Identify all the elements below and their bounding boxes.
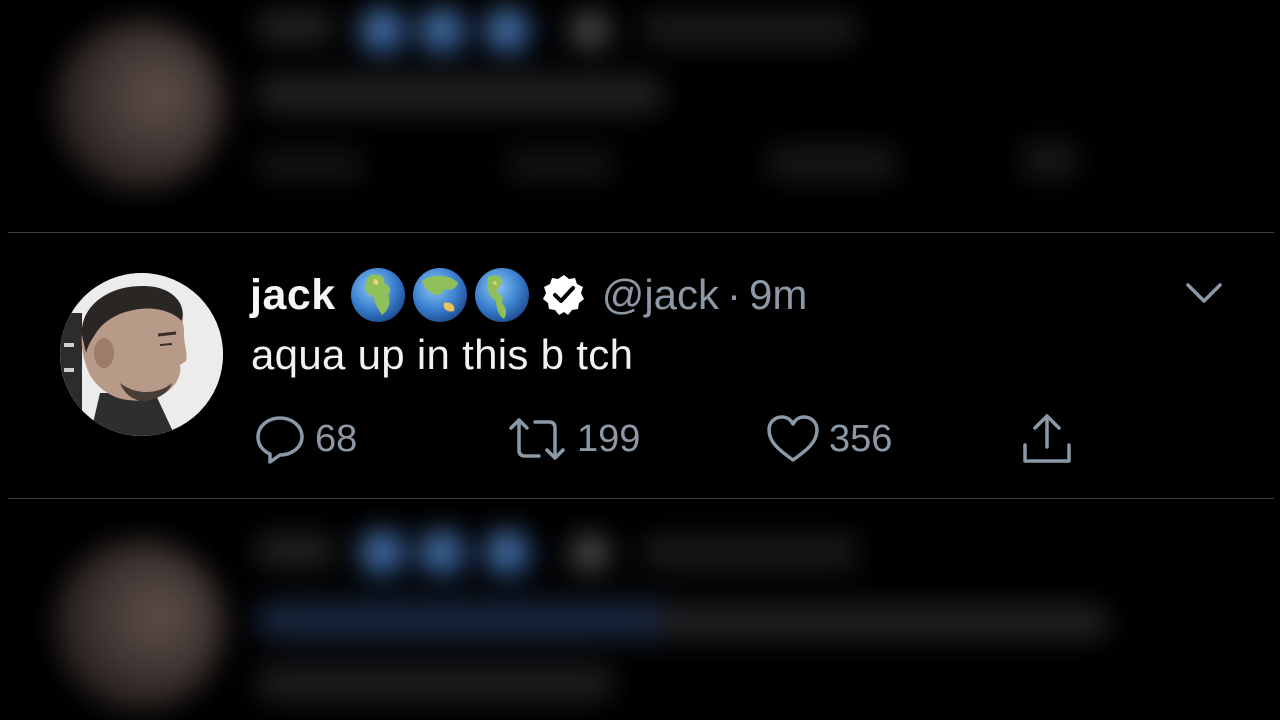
- like-count: 356: [829, 417, 893, 460]
- user-handle[interactable]: @jack: [602, 271, 719, 319]
- timeline-screen: jack @jack · 9m aqua up in this b tch 68…: [0, 0, 1280, 720]
- reply-icon: [256, 416, 304, 464]
- share-icon: [1023, 414, 1071, 463]
- tweet[interactable]: jack @jack · 9m aqua up in this b tch 68…: [0, 233, 1280, 499]
- blurred-previous-tweet: [0, 0, 1280, 225]
- retweet-icon: [509, 418, 565, 460]
- avatar[interactable]: [60, 273, 223, 436]
- separator-dot: ·: [727, 271, 742, 318]
- timestamp[interactable]: 9m: [749, 271, 807, 319]
- tweet-actions: 68 199 356: [253, 411, 1133, 467]
- chevron-down-icon[interactable]: [1184, 279, 1224, 307]
- blurred-next-tweet: [0, 505, 1280, 720]
- reply-count: 68: [315, 417, 358, 460]
- like-button[interactable]: 356: [765, 411, 892, 467]
- tweet-text: aqua up in this b tch: [251, 331, 634, 378]
- globe-americas-icon: [474, 268, 529, 322]
- display-name[interactable]: jack: [250, 271, 336, 320]
- reply-button[interactable]: 68: [253, 411, 357, 467]
- retweet-count: 199: [577, 417, 641, 460]
- tweet-header: jack @jack · 9m: [250, 263, 807, 327]
- heart-icon: [767, 415, 819, 462]
- share-button[interactable]: [1019, 411, 1075, 467]
- globe-asia-australia-icon: [412, 268, 467, 322]
- verified-badge-icon: [542, 275, 584, 315]
- retweet-button[interactable]: 199: [505, 411, 640, 467]
- globe-europe-africa-icon: [350, 268, 405, 322]
